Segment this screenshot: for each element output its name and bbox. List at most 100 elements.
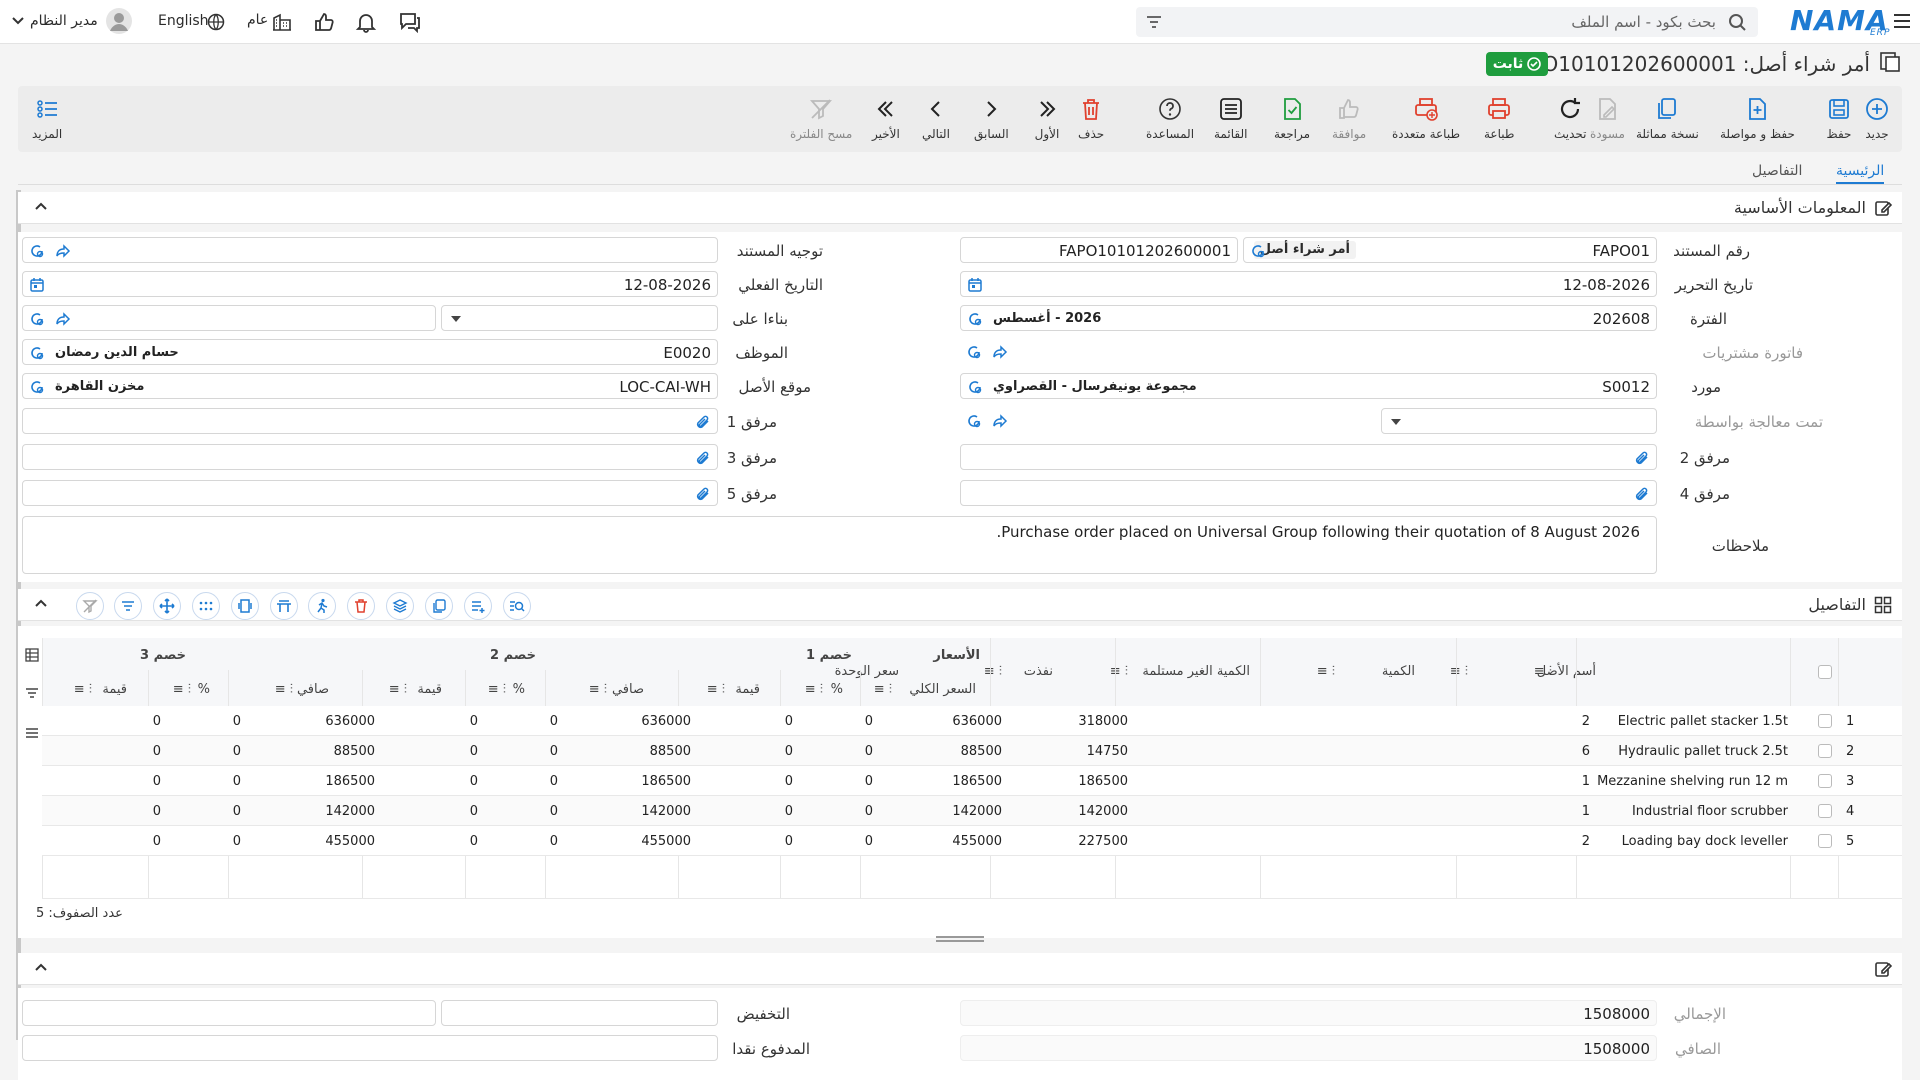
attachment-3-field[interactable] (22, 444, 718, 470)
grid-add-row-button[interactable] (464, 592, 492, 620)
approve-button[interactable]: موافقة (1332, 96, 1366, 141)
cell-qty[interactable]: 2 (1582, 834, 1590, 849)
list-button[interactable]: القائمة (1214, 96, 1247, 141)
cell-n[interactable]: 2 (1846, 744, 1854, 759)
cell-p3[interactable]: 0 (233, 774, 241, 789)
review-button[interactable]: مراجعة (1274, 96, 1310, 141)
bell-icon[interactable] (355, 11, 377, 33)
col-filter-icon[interactable]: ⫶ ≡ (805, 682, 823, 697)
col-disc2-pct-header[interactable]: % (513, 682, 525, 697)
language-switch[interactable]: English (158, 13, 209, 29)
row-checkbox[interactable] (1818, 714, 1832, 728)
col-filter-icon[interactable]: ⫶ ≡ (173, 682, 191, 697)
cell-asset[interactable]: Loading bay dock leveller (1622, 834, 1788, 849)
search-refresh-icon[interactable] (966, 413, 982, 429)
cell-v3[interactable]: 0 (153, 714, 161, 729)
based-on-select[interactable] (441, 305, 718, 331)
chat-icon[interactable] (398, 11, 422, 33)
buildings-icon[interactable] (272, 12, 292, 32)
processed-by-field[interactable] (960, 408, 1376, 434)
cell-v3[interactable]: 0 (153, 834, 161, 849)
cell-p3[interactable]: 0 (233, 834, 241, 849)
cell-total[interactable]: 636000 (952, 714, 1002, 729)
tab-details[interactable]: التفاصيل (1752, 163, 1802, 179)
cell-p2[interactable]: 0 (550, 714, 558, 729)
next-button[interactable]: التالي (922, 96, 950, 141)
cell-v3[interactable]: 0 (153, 774, 161, 789)
cell-p1[interactable]: 0 (865, 774, 873, 789)
thumbs-up-icon[interactable] (313, 11, 335, 33)
cell-p3[interactable]: 0 (233, 714, 241, 729)
grid-columns-button[interactable] (231, 592, 259, 620)
grid-move-button[interactable] (153, 592, 181, 620)
table-settings-icon[interactable] (25, 648, 39, 662)
col-disc3-value-header[interactable]: قيمة (102, 682, 127, 697)
cell-v3[interactable]: 0 (153, 744, 161, 759)
cell-qty[interactable]: 1 (1582, 774, 1590, 789)
cell-p2[interactable]: 0 (550, 744, 558, 759)
grid-filter-button[interactable] (114, 592, 142, 620)
notes-textarea[interactable]: Purchase order placed on Universal Group… (22, 516, 1657, 574)
discount-pct-field[interactable] (22, 1000, 436, 1026)
cell-n2[interactable]: 455000 (325, 834, 375, 849)
col-disc1-net-header[interactable]: صافي (612, 682, 644, 697)
paperclip-icon[interactable] (695, 450, 711, 466)
save-button[interactable]: حفظ (1826, 96, 1852, 141)
chevron-up-icon[interactable] (34, 962, 48, 972)
filter-lines-icon[interactable] (1146, 14, 1162, 30)
cell-n2[interactable]: 636000 (325, 714, 375, 729)
last-button[interactable]: الأخير (872, 96, 900, 141)
invoice-field[interactable] (960, 339, 1657, 365)
based-on-field[interactable] (22, 305, 436, 331)
doc-code-field[interactable]: FAPO10101202600001 (960, 237, 1238, 263)
attachment-1-field[interactable] (22, 408, 718, 434)
cell-n[interactable]: 4 (1846, 804, 1854, 819)
basic-info-header[interactable]: المعلومات الأساسية (18, 192, 1902, 224)
col-disc1-pct-header[interactable]: % (831, 682, 843, 697)
grid-layers-button[interactable] (386, 592, 414, 620)
share-icon[interactable] (55, 243, 71, 259)
paperclip-icon[interactable] (1634, 486, 1650, 502)
search-input[interactable]: بحث بكود - اسم الملف (1571, 13, 1716, 31)
cell-n1[interactable]: 88500 (650, 744, 691, 759)
cell-p1[interactable]: 0 (865, 714, 873, 729)
discount-value-field[interactable] (441, 1000, 718, 1026)
previous-button[interactable]: السابق (974, 96, 1009, 141)
chevron-down-icon[interactable] (12, 16, 24, 26)
col-filter-icon[interactable]: ⫶ ≡ (275, 682, 293, 697)
grid-run-button[interactable] (308, 592, 336, 620)
cell-qty[interactable]: 6 (1582, 744, 1590, 759)
cell-p2[interactable]: 0 (550, 774, 558, 789)
paperclip-icon[interactable] (1634, 450, 1650, 466)
grid-copy-button[interactable] (425, 592, 453, 620)
col-disc1-value-header[interactable]: قيمة (735, 682, 760, 697)
cell-unit[interactable]: 318000 (1078, 714, 1128, 729)
search-refresh-icon[interactable] (1250, 243, 1266, 259)
print-button[interactable]: طباعة (1484, 96, 1514, 141)
share-icon[interactable] (992, 344, 1008, 360)
search-refresh-icon[interactable] (967, 311, 983, 327)
col-executed-header[interactable]: نفذت (1024, 664, 1053, 679)
col-filter-icon[interactable]: ⫶ ≡ (589, 682, 607, 697)
calendar-icon[interactable] (29, 277, 45, 293)
multi-print-button[interactable]: طباعة متعددة (1392, 96, 1460, 141)
col-filter-icon[interactable]: ⫶ ≡ (389, 682, 407, 697)
cell-p1[interactable]: 0 (865, 834, 873, 849)
cell-n1[interactable]: 186500 (641, 774, 691, 789)
calendar-icon[interactable] (967, 277, 983, 293)
employee-field[interactable]: E0020 حسام الدين رمضان (22, 339, 718, 365)
row-checkbox[interactable] (1818, 774, 1832, 788)
scope-label[interactable]: عام (247, 12, 268, 28)
cell-n1[interactable]: 142000 (641, 804, 691, 819)
col-disc2-net-header[interactable]: صافي (297, 682, 329, 697)
attachment-2-field[interactable] (960, 444, 1657, 470)
share-icon[interactable] (55, 311, 71, 327)
col-unit-price-header[interactable]: سعر الوحدة (835, 664, 899, 679)
cash-paid-field[interactable] (22, 1035, 718, 1061)
date-field[interactable]: 12-08-2026 (960, 271, 1657, 297)
caret-down-icon[interactable] (450, 315, 462, 323)
col-disc3-pct-header[interactable]: % (198, 682, 210, 697)
cell-total[interactable]: 186500 (952, 774, 1002, 789)
cell-unit[interactable]: 227500 (1078, 834, 1128, 849)
chevron-up-icon[interactable] (34, 201, 48, 211)
